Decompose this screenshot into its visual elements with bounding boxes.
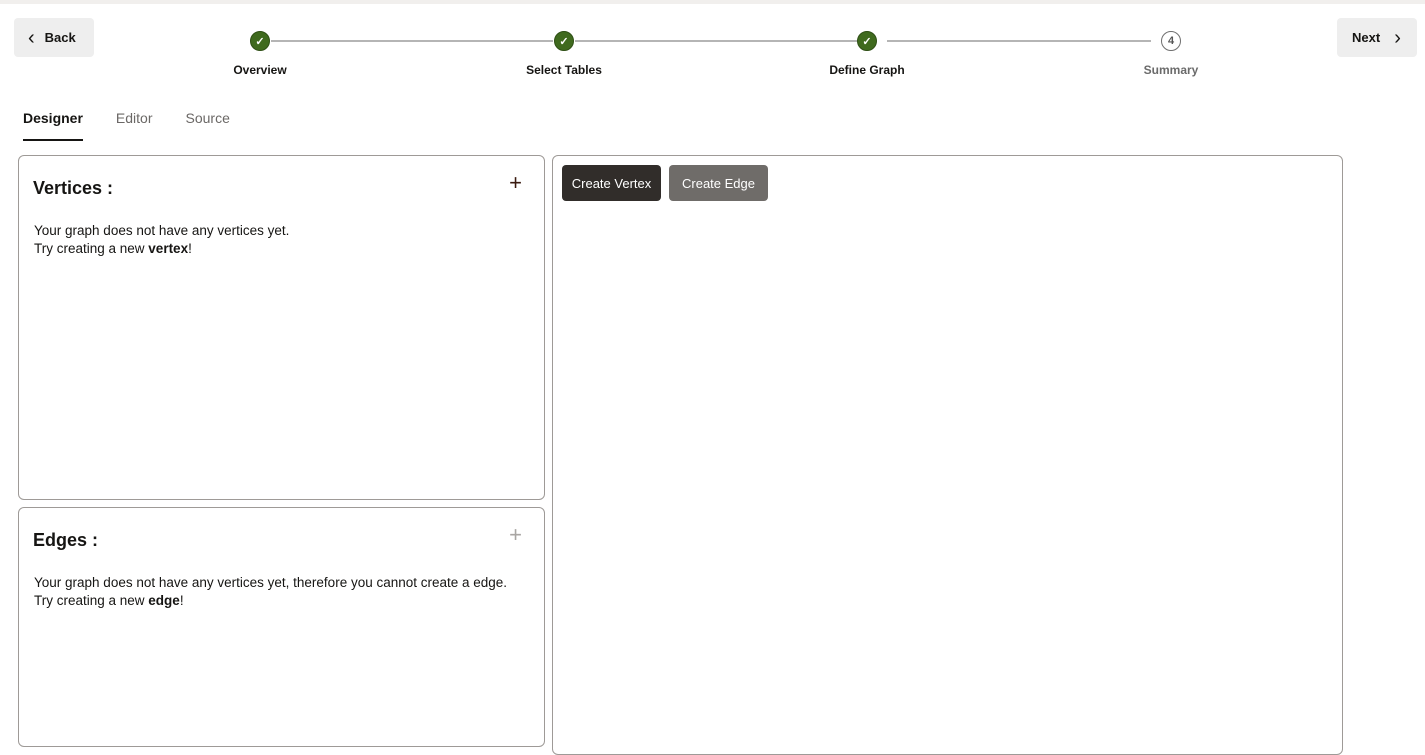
add-vertex-button[interactable]: + [509, 172, 522, 194]
message-emphasis: edge [148, 593, 180, 608]
step-define-graph[interactable]: ✓ Define Graph [767, 31, 967, 77]
message-text: ! [180, 593, 184, 608]
check-icon: ✓ [857, 31, 877, 51]
message-text: ! [188, 241, 192, 256]
message-line: Your graph does not have any vertices ye… [34, 222, 289, 240]
next-label: Next [1352, 30, 1380, 45]
create-vertex-button[interactable]: Create Vertex [562, 165, 661, 201]
add-edge-button[interactable]: + [509, 524, 522, 546]
step-number: 4 [1161, 31, 1181, 51]
tab-designer[interactable]: Designer [23, 110, 83, 141]
create-edge-button[interactable]: Create Edge [669, 165, 768, 201]
chevron-right-icon: › [1394, 28, 1401, 48]
message-line: Try creating a new vertex! [34, 240, 289, 258]
message-text: Try creating a new [34, 593, 148, 608]
step-label: Select Tables [464, 63, 664, 77]
message-text: Try creating a new [34, 241, 148, 256]
chevron-left-icon: ‹ [28, 28, 35, 48]
next-button[interactable]: Next › [1337, 18, 1417, 57]
tab-source[interactable]: Source [186, 110, 230, 141]
back-label: Back [45, 30, 76, 45]
step-label: Define Graph [767, 63, 967, 77]
edges-panel: Edges : + Your graph does not have any v… [18, 507, 545, 747]
check-icon: ✓ [554, 31, 574, 51]
graph-canvas[interactable]: Create Vertex Create Edge [552, 155, 1343, 755]
back-button[interactable]: ‹ Back [14, 18, 94, 57]
vertices-empty-message: Your graph does not have any vertices ye… [34, 222, 289, 258]
top-strip [0, 0, 1425, 4]
message-line: Try creating a new edge! [34, 592, 507, 610]
message-emphasis: vertex [148, 241, 188, 256]
message-line: Your graph does not have any vertices ye… [34, 574, 507, 592]
step-overview[interactable]: ✓ Overview [160, 31, 360, 77]
edges-empty-message: Your graph does not have any vertices ye… [34, 574, 507, 610]
vertices-panel: Vertices : + Your graph does not have an… [18, 155, 545, 500]
step-select-tables[interactable]: ✓ Select Tables [464, 31, 664, 77]
tab-bar: Designer Editor Source [23, 110, 230, 141]
step-label: Summary [1071, 63, 1271, 77]
tab-editor[interactable]: Editor [116, 110, 153, 141]
edges-title: Edges : [33, 530, 98, 551]
vertices-title: Vertices : [33, 178, 113, 199]
step-summary[interactable]: 4 Summary [1071, 31, 1271, 77]
step-label: Overview [160, 63, 360, 77]
check-icon: ✓ [250, 31, 270, 51]
